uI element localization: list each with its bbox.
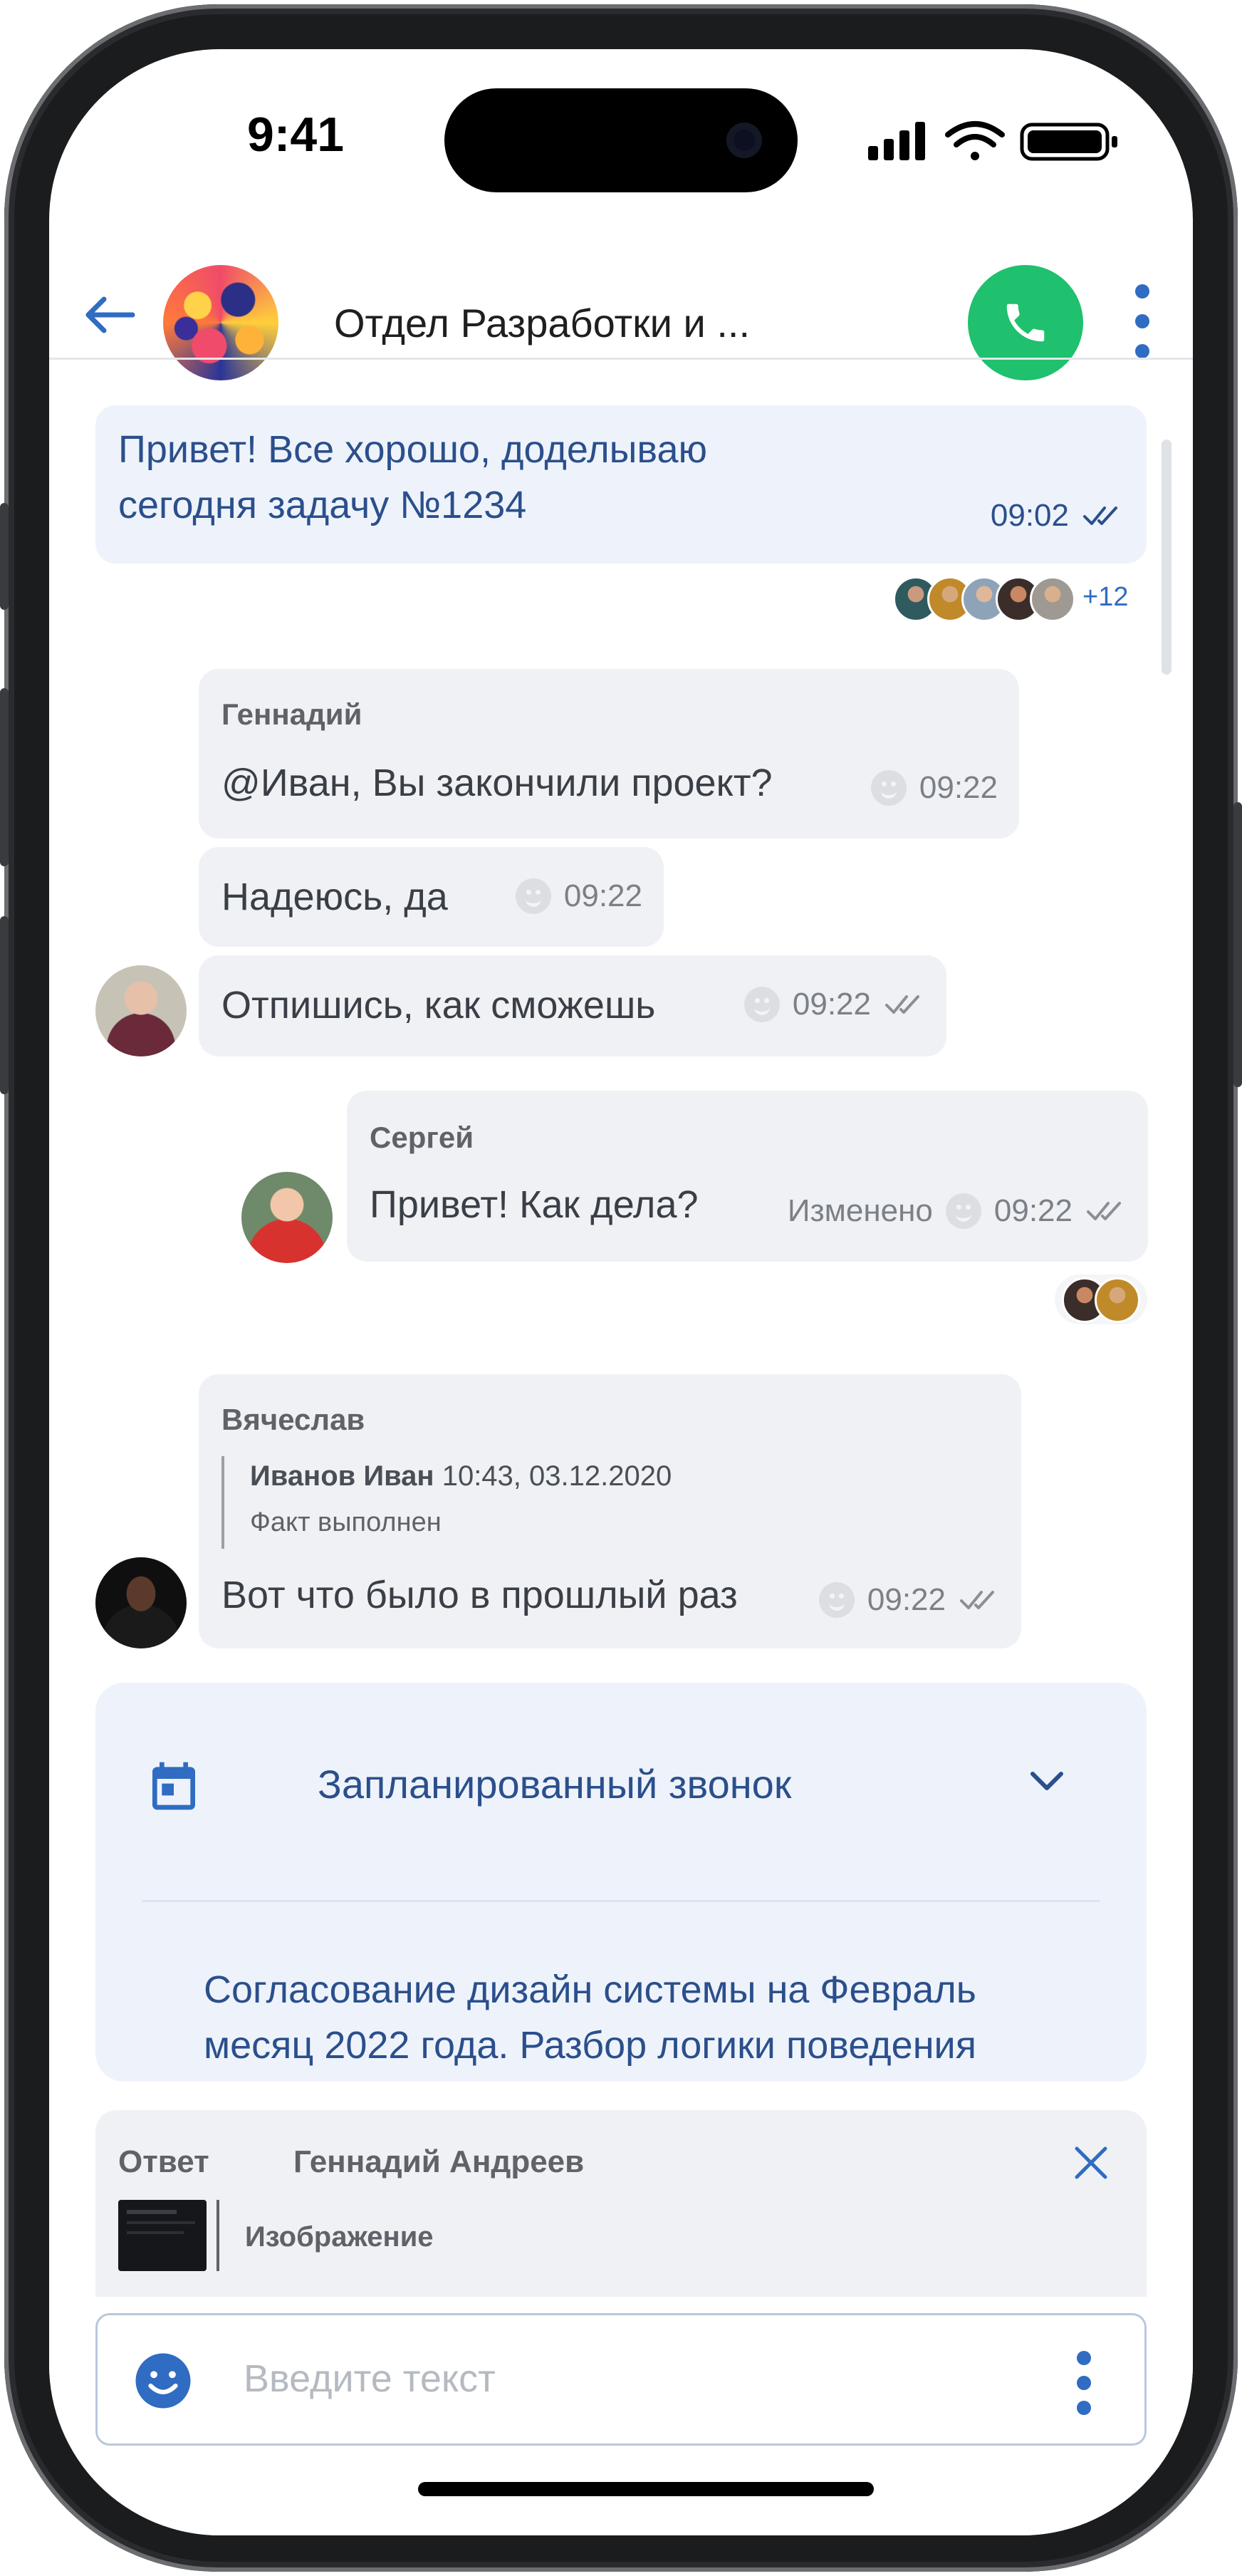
header-divider [49,358,1193,360]
message-bubble-incoming[interactable]: Геннадий @Иван, Вы закончили проект? 09:… [199,669,1019,838]
sender-name: Геннадий [221,697,362,731]
reply-attachment-label: Изображение [245,2221,434,2253]
reply-preview: Ответ Геннадий Андреев Изображение [95,2110,1147,2297]
scheduled-call-description-line-2: месяц 2022 года. Разбор логики поведения [204,2024,976,2067]
calendar-icon [152,1762,195,1810]
status-icons [868,121,1117,161]
close-icon[interactable] [1071,2143,1111,2183]
scheduled-call-card[interactable]: Запланированный звонок Согласование диза… [95,1683,1147,2082]
header-menu-button[interactable] [1121,284,1164,363]
readers-more-count: +12 [1082,582,1129,612]
chat-header: Отдел Разработки и ... [49,206,1193,380]
wifi-icon [945,121,1005,160]
message-input-box[interactable]: Введите текст [95,2313,1147,2446]
reaction-icon[interactable] [515,878,551,914]
message-time: 09:22 [993,1193,1073,1228]
card-divider [142,1900,1100,1902]
message-time: 09:02 [990,498,1069,533]
message-text: Вот что было в прошлый раз [221,1574,738,1616]
message-text: @Иван, Вы закончили проект? [221,762,773,804]
power-button [1233,802,1242,1087]
group-avatar[interactable] [163,265,278,380]
call-button[interactable] [968,265,1083,380]
reply-thumbnail [118,2200,207,2271]
double-check-icon [960,1591,994,1609]
screen: 9:41 Отдел Разработки и ... Привет! Все … [49,49,1193,2535]
read-receipts[interactable]: +12 [893,576,1149,622]
reader-avatar [1030,576,1075,622]
reply-label: Ответ [118,2144,209,2179]
quote-datetime: 10:43, 03.12.2020 [442,1460,672,1492]
double-check-icon [885,995,919,1014]
message-text: Надеюсь, да [221,876,448,918]
message-input-placeholder[interactable]: Введите текст [244,2357,496,2401]
message-bubble-incoming[interactable]: Сергей Привет! Как дела? Изменено 09:22 [347,1091,1148,1262]
message-text-line-1: Привет! Все хорошо, доделываю [118,428,708,471]
sender-name: Вячеслав [221,1403,365,1436]
message-text-line-2: сегодня задачу №1234 [118,484,527,526]
reply-divider [216,2200,219,2271]
avatar[interactable] [95,965,187,1056]
battery-icon [1020,123,1117,161]
volume-down-button [0,916,9,1094]
camera-icon [726,123,762,158]
status-time: 9:41 [246,108,345,162]
scheduled-call-description-line-1: Согласование дизайн системы на Февраль [204,1968,976,2011]
quote-author: Иванов Иван [250,1460,434,1492]
arrow-left-icon [85,296,135,333]
sender-name: Сергей [370,1121,474,1154]
composer-menu-button[interactable] [1063,2351,1105,2415]
scheduled-call-title: Запланированный звонок [318,1762,792,1807]
scrollbar[interactable] [1162,440,1171,675]
message-text: Привет! Как дела? [370,1183,699,1226]
signal-icon [868,122,925,160]
reaction-icon[interactable] [818,1582,855,1618]
message-bubble-outgoing[interactable]: Привет! Все хорошо, доделываю сегодня за… [95,405,1147,564]
reaction-icon[interactable] [870,770,907,806]
home-indicator [418,2482,874,2496]
chat-title[interactable]: Отдел Разработки и ... [334,298,818,348]
quote-text: Факт выполнен [250,1507,442,1537]
phone-frame: 9:41 Отдел Разработки и ... Привет! Все … [0,4,1242,2572]
read-receipts[interactable] [1055,1274,1147,1324]
message-time: 09:22 [919,770,998,805]
reader-avatar [1095,1277,1140,1323]
double-check-icon [1087,1202,1121,1220]
edited-label: Изменено [787,1193,933,1228]
reaction-icon[interactable] [743,987,780,1022]
quoted-message[interactable]: Иванов Иван 10:43, 03.12.2020 Факт выпол… [221,1456,723,1549]
message-time: 09:22 [563,878,642,913]
volume-up-button [0,688,9,866]
message-bubble-incoming[interactable]: Вячеслав Иванов Иван 10:43, 03.12.2020 Ф… [199,1374,1021,1648]
avatar[interactable] [95,1557,187,1648]
back-button[interactable] [74,279,145,350]
dynamic-island [444,88,798,192]
message-time: 09:22 [792,987,871,1022]
reply-author: Геннадий Андреев [293,2144,585,2179]
message-bubble-incoming[interactable]: Отпишись, как сможешь 09:22 [199,955,946,1056]
reaction-icon[interactable] [945,1193,981,1229]
message-time: 09:22 [867,1582,946,1617]
chevron-down-icon[interactable] [1027,1767,1067,1795]
phone-icon [1006,303,1045,342]
avatar[interactable] [241,1172,333,1263]
message-bubble-incoming[interactable]: Надеюсь, да 09:22 [199,847,664,947]
emoji-icon[interactable] [133,2351,193,2411]
double-check-icon [1083,507,1117,525]
action-button [0,503,9,610]
message-text: Отпишись, как сможешь [221,984,656,1027]
